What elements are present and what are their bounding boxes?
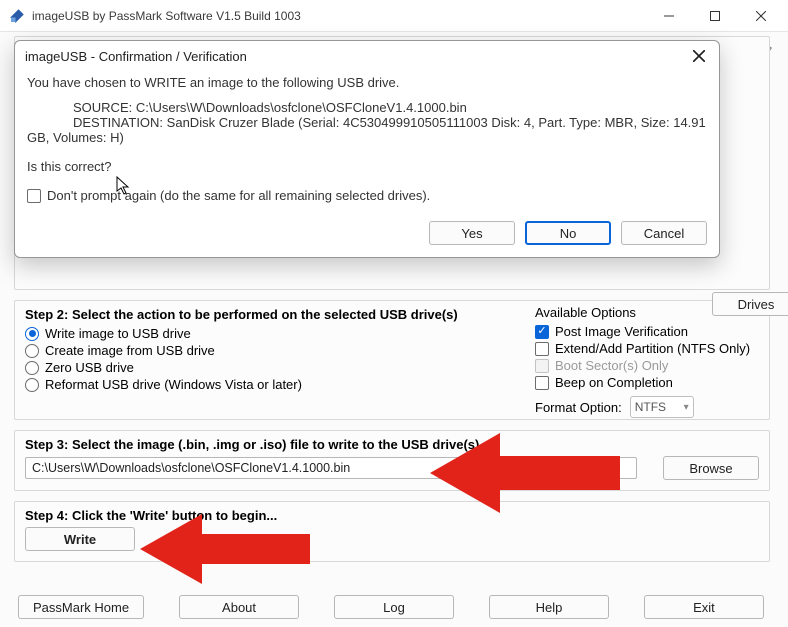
step4-heading: Step 4: Click the 'Write' button to begi…: [25, 508, 759, 523]
dialog-yes-button[interactable]: Yes: [429, 221, 515, 245]
close-button[interactable]: [738, 1, 784, 31]
maximize-button[interactable]: [692, 1, 738, 31]
format-option-select[interactable]: NTFS ▾: [630, 396, 694, 418]
radio-create-image[interactable]: [25, 344, 39, 358]
bottom-bar: PassMark Home About Log Help Exit: [18, 595, 764, 619]
main-window-title: imageUSB by PassMark Software V1.5 Build…: [32, 9, 646, 23]
radio-reformat-drive-label: Reformat USB drive (Windows Vista or lat…: [45, 377, 302, 392]
dont-prompt-label: Don't prompt again (do the same for all …: [47, 188, 430, 203]
dialog-question: Is this correct?: [27, 159, 707, 174]
radio-zero-drive[interactable]: [25, 361, 39, 375]
dialog-source-value: C:\Users\W\Downloads\osfclone\OSFCloneV1…: [136, 100, 467, 115]
log-button[interactable]: Log: [334, 595, 454, 619]
dialog-no-button[interactable]: No: [525, 221, 611, 245]
chevron-down-icon: ▾: [684, 402, 689, 413]
dialog-dest-label: DESTINATION:: [73, 115, 163, 130]
step4-panel: Step 4: Click the 'Write' button to begi…: [14, 501, 770, 562]
format-option-value: NTFS: [635, 400, 666, 414]
dialog-close-button[interactable]: [689, 46, 709, 66]
browse-button[interactable]: Browse: [663, 456, 759, 480]
confirmation-dialog: imageUSB - Confirmation / Verification Y…: [14, 40, 720, 258]
write-button[interactable]: Write: [25, 527, 135, 551]
refresh-drives-button[interactable]: Drives: [712, 292, 788, 316]
main-titlebar: imageUSB by PassMark Software V1.5 Build…: [0, 0, 788, 32]
dialog-line-1: You have chosen to WRITE an image to the…: [27, 75, 707, 90]
annotation-arrow-1: [430, 428, 620, 518]
dialog-source-label: SOURCE:: [73, 100, 132, 115]
radio-create-image-label: Create image from USB drive: [45, 343, 215, 358]
passmark-home-button[interactable]: PassMark Home: [18, 595, 144, 619]
check-extend-partition-label: Extend/Add Partition (NTFS Only): [555, 341, 750, 356]
image-path-value: C:\Users\W\Downloads\osfclone\OSFCloneV1…: [32, 461, 350, 475]
radio-write-image-label: Write image to USB drive: [45, 326, 191, 341]
format-option-label: Format Option:: [535, 400, 622, 415]
step3-heading: Step 3: Select the image (.bin, .img or …: [25, 437, 759, 452]
available-options: Available Options ✓ Post Image Verificat…: [529, 301, 769, 422]
radio-write-image[interactable]: [25, 327, 39, 341]
annotation-arrow-2: [140, 510, 310, 588]
help-button[interactable]: Help: [489, 595, 609, 619]
check-beep-completion[interactable]: [535, 376, 549, 390]
app-icon: [8, 7, 26, 25]
minimize-button[interactable]: [646, 1, 692, 31]
step2-panel: Step 2: Select the action to be performe…: [14, 300, 770, 420]
step3-panel: Step 3: Select the image (.bin, .img or …: [14, 430, 770, 491]
check-boot-sectors: [535, 359, 549, 373]
check-post-verification[interactable]: ✓: [535, 325, 549, 339]
about-button[interactable]: About: [179, 595, 299, 619]
dialog-title: imageUSB - Confirmation / Verification: [25, 49, 247, 64]
dont-prompt-checkbox[interactable]: [27, 189, 41, 203]
dialog-cancel-button[interactable]: Cancel: [621, 221, 707, 245]
check-boot-sectors-label: Boot Sector(s) Only: [555, 358, 668, 373]
radio-reformat-drive[interactable]: [25, 378, 39, 392]
check-beep-completion-label: Beep on Completion: [555, 375, 673, 390]
check-extend-partition[interactable]: [535, 342, 549, 356]
radio-zero-drive-label: Zero USB drive: [45, 360, 134, 375]
exit-button[interactable]: Exit: [644, 595, 764, 619]
check-post-verification-label: Post Image Verification: [555, 324, 688, 339]
